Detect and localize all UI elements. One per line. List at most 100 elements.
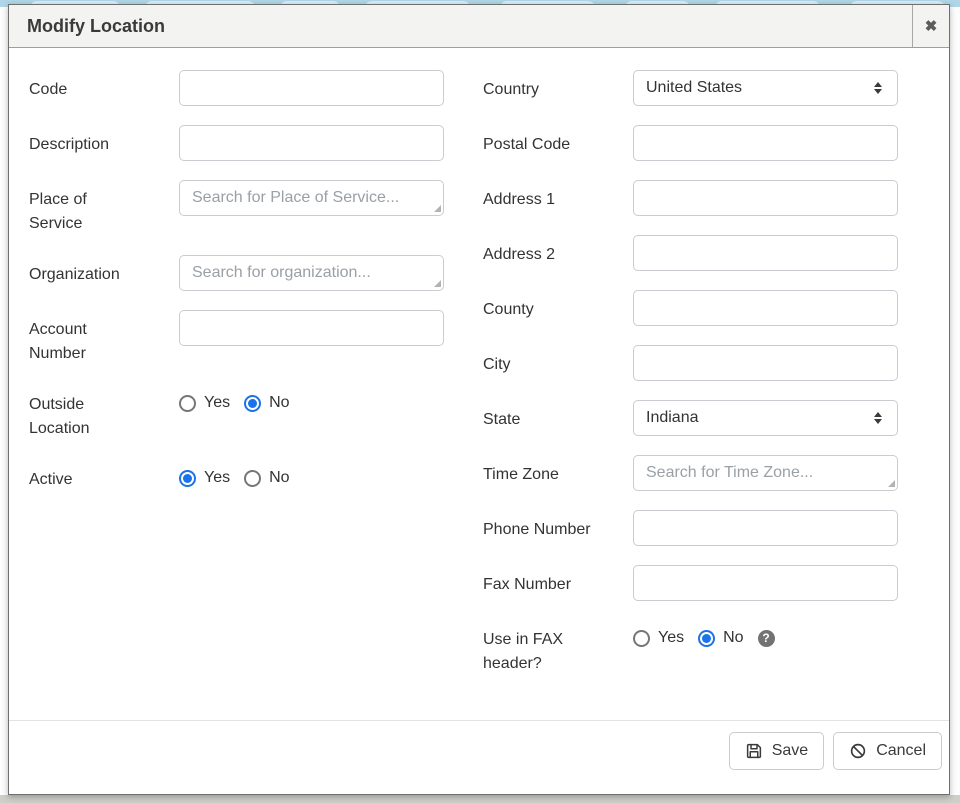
field-label-address-2: Address 2 [483, 235, 595, 267]
field-control-code [179, 70, 444, 106]
dialog-body: CodeDescriptionPlace of ServiceOrganizat… [9, 48, 949, 720]
field-label-active: Active [29, 460, 141, 492]
form-row-address-1: Address 1 [483, 180, 929, 216]
outside-location-radio-yes[interactable]: Yes [179, 394, 230, 412]
field-control-outside-location: Yes No [179, 385, 444, 421]
state-updown-icon [874, 412, 882, 424]
address-1-input[interactable] [633, 180, 898, 216]
field-control-postal-code [633, 125, 898, 161]
field-label-description: Description [29, 125, 141, 157]
field-control-state: Indiana [633, 400, 898, 436]
form-row-time-zone: Time Zone [483, 455, 929, 491]
country-select[interactable]: United States [633, 70, 898, 106]
active-radio-yes[interactable]: Yes [179, 469, 230, 487]
place-of-service-search-input[interactable] [179, 180, 444, 216]
field-label-fax-number: Fax Number [483, 565, 595, 597]
save-icon [745, 742, 763, 760]
field-control-phone-number [633, 510, 898, 546]
field-label-country: Country [483, 70, 595, 102]
dialog-footer: Save Cancel [9, 720, 949, 794]
form-row-city: City [483, 345, 929, 381]
close-button[interactable]: ✖ [912, 5, 949, 47]
use-in-fax-header-radio-yes[interactable]: Yes [633, 629, 684, 647]
country-updown-icon [874, 82, 882, 94]
triangle-down-icon [874, 89, 882, 94]
background-page-bottom [0, 795, 960, 803]
triangle-up-icon [874, 412, 882, 417]
form-row-active: Active Yes No [29, 460, 479, 496]
code-input[interactable] [179, 70, 444, 106]
field-control-county [633, 290, 898, 326]
fax-number-input[interactable] [633, 565, 898, 601]
form-row-account-number: Account Number [29, 310, 479, 366]
cancel-button-label: Cancel [876, 742, 926, 760]
triangle-up-icon [874, 82, 882, 87]
triangle-down-icon [874, 419, 882, 424]
radio-selected-icon[interactable] [179, 470, 196, 487]
modify-location-dialog: Modify Location ✖ CodeDescriptionPlace o… [8, 4, 950, 795]
form-row-place-of-service: Place of Service [29, 180, 479, 236]
field-label-address-1: Address 1 [483, 180, 595, 212]
radio-label-no: No [723, 629, 743, 647]
radio-label-yes: Yes [658, 629, 684, 647]
description-input[interactable] [179, 125, 444, 161]
outside-location-radio-no[interactable]: No [244, 394, 289, 412]
form-row-description: Description [29, 125, 479, 161]
save-button-label: Save [772, 742, 808, 760]
field-control-organization [179, 255, 444, 291]
form-row-address-2: Address 2 [483, 235, 929, 271]
place-of-service-resize-grip-icon [434, 205, 441, 212]
postal-code-input[interactable] [633, 125, 898, 161]
field-control-fax-number [633, 565, 898, 601]
field-control-description [179, 125, 444, 161]
field-label-phone-number: Phone Number [483, 510, 595, 542]
radio-unselected-icon[interactable] [633, 630, 650, 647]
form-row-county: County [483, 290, 929, 326]
radio-unselected-icon[interactable] [179, 395, 196, 412]
help-icon[interactable]: ? [758, 630, 775, 647]
field-label-postal-code: Postal Code [483, 125, 595, 157]
save-button[interactable]: Save [729, 732, 824, 770]
field-label-account-number: Account Number [29, 310, 141, 366]
field-control-address-1 [633, 180, 898, 216]
field-label-use-in-fax-header: Use in FAX header? [483, 620, 595, 676]
active-radio-no[interactable]: No [244, 469, 289, 487]
close-icon: ✖ [925, 17, 938, 35]
cancel-button[interactable]: Cancel [833, 732, 942, 770]
state-select-value: Indiana [646, 409, 699, 427]
organization-resize-grip-icon [434, 280, 441, 287]
field-control-country: United States [633, 70, 898, 106]
city-input[interactable] [633, 345, 898, 381]
form-row-outside-location: Outside LocationYesNo [29, 385, 479, 441]
radio-unselected-icon[interactable] [244, 470, 261, 487]
organization-search-input[interactable] [179, 255, 444, 291]
form-column-left: CodeDescriptionPlace of ServiceOrganizat… [29, 70, 479, 720]
form-column-right: Country United States Postal Code Address 1… [479, 70, 929, 720]
radio-label-yes: Yes [204, 394, 230, 412]
country-select-value: United States [646, 79, 742, 97]
field-label-state: State [483, 400, 595, 432]
dialog-title: Modify Location [9, 5, 912, 47]
form-row-state: State Indiana [483, 400, 929, 436]
dialog-header: Modify Location ✖ [9, 5, 949, 48]
address-2-input[interactable] [633, 235, 898, 271]
form-row-postal-code: Postal Code [483, 125, 929, 161]
form-row-organization: Organization [29, 255, 479, 291]
radio-selected-icon[interactable] [698, 630, 715, 647]
field-control-city [633, 345, 898, 381]
use-in-fax-header-radio-no[interactable]: No [698, 629, 743, 647]
field-label-place-of-service: Place of Service [29, 180, 141, 236]
phone-number-input[interactable] [633, 510, 898, 546]
field-control-account-number [179, 310, 444, 346]
radio-selected-icon[interactable] [244, 395, 261, 412]
state-select[interactable]: Indiana [633, 400, 898, 436]
county-input[interactable] [633, 290, 898, 326]
radio-label-no: No [269, 469, 289, 487]
cancel-icon [849, 742, 867, 760]
form-row-fax-number: Fax Number [483, 565, 929, 601]
field-control-place-of-service [179, 180, 444, 216]
time-zone-search-input[interactable] [633, 455, 898, 491]
account-number-input[interactable] [179, 310, 444, 346]
field-label-city: City [483, 345, 595, 377]
form-row-use-in-fax-header: Use in FAX header? Yes No? [483, 620, 929, 676]
